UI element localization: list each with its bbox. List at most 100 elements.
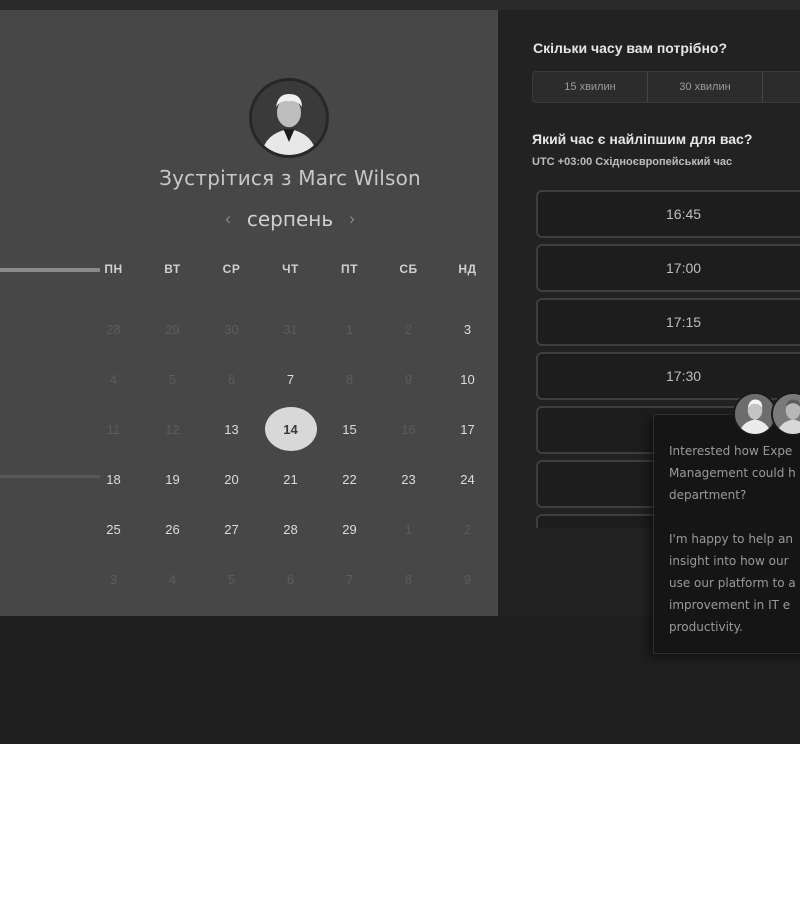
duration-option[interactable]: 30 хвилин: [648, 72, 763, 102]
calendar-day-number: 24: [460, 471, 475, 487]
timezone-label[interactable]: UTC +03:00 Східноєвропейський час: [532, 156, 732, 168]
calendar-day[interactable]: 24: [438, 454, 497, 504]
calendar-day-number: 16: [401, 421, 416, 437]
calendar-day[interactable]: 3: [438, 304, 497, 354]
chevron-left-icon[interactable]: ‹: [225, 209, 231, 229]
time-question: Який час є найліпшим для вас?: [532, 131, 753, 147]
calendar-day: 1: [320, 304, 379, 354]
calendar-day[interactable]: 20: [202, 454, 261, 504]
chevron-right-icon[interactable]: ›: [349, 209, 355, 229]
calendar-day: 30: [202, 304, 261, 354]
weekday-label: ЧТ: [282, 262, 299, 276]
calendar-day-number: 11: [106, 421, 121, 437]
calendar-day-number: 25: [106, 521, 121, 537]
month-navigation: ‹ серпень ›: [0, 207, 580, 231]
duration-option[interactable]: 15 хвилин: [533, 72, 648, 102]
calendar-day-number: 8: [345, 371, 354, 387]
weekday-label: НД: [458, 262, 477, 276]
calendar-day: 4: [143, 554, 202, 604]
calendar-day: 28: [84, 304, 143, 354]
calendar-day-number: 28: [106, 321, 121, 337]
calendar-day-number: 13: [224, 421, 239, 437]
calendar-day[interactable]: 27: [202, 504, 261, 554]
calendar-day[interactable]: 29: [320, 504, 379, 554]
weekday-label: ПТ: [341, 262, 358, 276]
calendar-panel: Зустрітися з Marc Wilson ‹ серпень › ПН В…: [0, 10, 498, 616]
calendar-day: 16: [379, 404, 438, 454]
weekday-header: ПН ВТ СР ЧТ ПТ СБ НД: [84, 262, 498, 276]
calendar-day-number: 28: [283, 521, 298, 537]
time-slot-button[interactable]: 17:00: [536, 244, 800, 292]
calendar-day[interactable]: 7: [261, 354, 320, 404]
calendar-day[interactable]: 25: [84, 504, 143, 554]
calendar-day-number: 7: [345, 571, 354, 587]
calendar-day: 5: [143, 354, 202, 404]
calendar-day-number: 3: [109, 571, 118, 587]
calendar-day[interactable]: 23: [379, 454, 438, 504]
agent-avatar: [771, 392, 800, 436]
calendar-day: 31: [261, 304, 320, 354]
calendar-day[interactable]: 13: [202, 404, 261, 454]
window-top-bar: [0, 0, 800, 10]
calendar-day[interactable]: 15: [320, 404, 379, 454]
chat-agent-avatars: [733, 392, 800, 438]
duration-question: Скільки часу вам потрібно?: [533, 40, 728, 56]
calendar-day-number: 3: [463, 321, 472, 337]
calendar-day[interactable]: 26: [143, 504, 202, 554]
calendar-day: 8: [379, 554, 438, 604]
weekday-label: СБ: [399, 262, 418, 276]
calendar-day-number: 12: [165, 421, 180, 437]
calendar-day[interactable]: 18: [84, 454, 143, 504]
time-slot-button[interactable]: 16:45: [536, 190, 800, 238]
calendar-day-number: 19: [165, 471, 180, 487]
calendar-day: 6: [261, 554, 320, 604]
calendar-day: 9: [438, 554, 497, 604]
calendar-day-number: 2: [463, 521, 472, 537]
duration-selector: 15 хвилин 30 хвилин: [532, 71, 800, 103]
calendar-day: 1: [379, 504, 438, 554]
calendar-day-number: 4: [168, 571, 177, 587]
calendar-day[interactable]: 10: [438, 354, 497, 404]
calendar-day[interactable]: 28: [261, 504, 320, 554]
time-slot-button[interactable]: 17:15: [536, 298, 800, 346]
calendar-day[interactable]: 17: [438, 404, 497, 454]
calendar-day: 8: [320, 354, 379, 404]
calendar-day: 6: [202, 354, 261, 404]
calendar-day[interactable]: 19: [143, 454, 202, 504]
calendar-day: 2: [438, 504, 497, 554]
calendar-day-number: 5: [168, 371, 177, 387]
calendar-day[interactable]: 22: [320, 454, 379, 504]
calendar-day-number: 6: [227, 371, 236, 387]
calendar-day-number: 29: [165, 321, 180, 337]
calendar-day-number: 18: [106, 471, 121, 487]
calendar-day-number: 5: [227, 571, 236, 587]
calendar-day: 4: [84, 354, 143, 404]
calendar-day-number: 9: [404, 371, 413, 387]
calendar-day-number: 1: [404, 521, 413, 537]
calendar-day: 11: [84, 404, 143, 454]
calendar-day-number: 6: [286, 571, 295, 587]
calendar-day: 29: [143, 304, 202, 354]
weekday-label: СР: [222, 262, 241, 276]
calendar-day-number: 14: [264, 407, 317, 451]
calendar-day: 7: [320, 554, 379, 604]
calendar-day-number: 21: [283, 471, 298, 487]
person-avatar-icon: [252, 81, 326, 155]
calendar-day-number: 15: [342, 421, 357, 437]
calendar-day-number: 31: [283, 321, 298, 337]
calendar-grid: 28 29 30 31 1 2 3 4 5 6 7 8 9 10 11 12 13 14 15 16 17 18 19 20 2…: [84, 304, 498, 604]
month-label: серпень: [246, 207, 334, 231]
calendar-day-number: 30: [224, 321, 239, 337]
calendar-day-selected[interactable]: 14: [261, 404, 320, 454]
person-avatar-icon: [773, 394, 800, 434]
calendar-day-number: 10: [460, 371, 475, 387]
calendar-day-number: 23: [401, 471, 416, 487]
calendar-day-number: 27: [224, 521, 239, 537]
calendar-day: 12: [143, 404, 202, 454]
duration-option[interactable]: [763, 72, 800, 102]
calendar-day: 2: [379, 304, 438, 354]
person-avatar-icon: [735, 394, 775, 434]
calendar-day-number: 20: [224, 471, 239, 487]
calendar-day[interactable]: 21: [261, 454, 320, 504]
calendar-day-number: 17: [460, 421, 475, 437]
